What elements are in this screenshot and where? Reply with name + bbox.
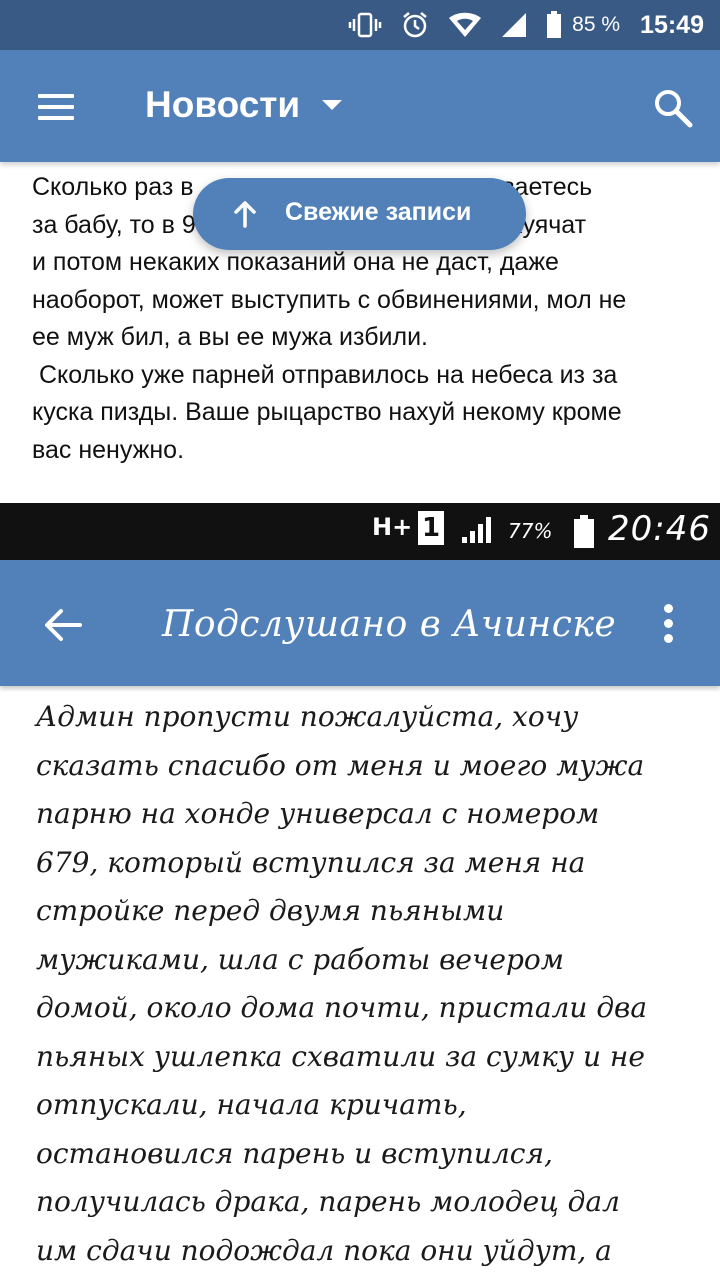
image-signal-icon xyxy=(460,515,496,549)
page-title: Новости xyxy=(145,84,301,125)
image-app-bar: Подслушано в Ачинске xyxy=(0,560,720,686)
image-text-line: остановился парень и вступился, xyxy=(36,1136,553,1170)
fresh-posts-button[interactable]: Свежие записи xyxy=(193,178,526,250)
image-text-line: Админ пропусти пожалуйста, хочу xyxy=(36,700,579,733)
image-text-line: отпускали, начала кричать, xyxy=(36,1088,467,1121)
image-text-line: пьяных ушлепка схватили за сумку и не xyxy=(36,1039,645,1073)
status-bar: 85 % 15:49 xyxy=(0,0,720,50)
image-battery-percent: 77% xyxy=(508,519,553,543)
battery-percent: 85 % xyxy=(572,13,621,36)
image-sim: 1 xyxy=(418,511,444,545)
image-text-line: получилась драка, парень молодец дал xyxy=(36,1185,620,1218)
image-network: H+ xyxy=(372,513,413,541)
alarm-icon xyxy=(400,10,430,40)
image-text-line: стройке перед двумя пьяными xyxy=(36,894,505,927)
search-icon[interactable] xyxy=(653,88,693,128)
wifi-icon xyxy=(448,12,482,38)
image-title: Подслушано в Ачинске xyxy=(162,604,617,645)
post-image[interactable]: H+ 1 77% 20:46 Подслушано в Ачинске Адми… xyxy=(0,503,720,1280)
signal-icon xyxy=(500,11,528,39)
menu-icon[interactable] xyxy=(38,94,74,120)
image-text: Админ пропусти пожалуйста, хочу сказать … xyxy=(36,693,696,1275)
vibrate-icon xyxy=(348,12,382,38)
chevron-down-icon xyxy=(322,100,343,110)
image-clock: 20:46 xyxy=(608,509,711,549)
image-status-bar: H+ 1 77% 20:46 xyxy=(0,503,720,560)
clock: 15:49 xyxy=(640,10,704,39)
image-text-line: 679, который вступился за меня на xyxy=(36,845,586,879)
arrow-left-icon xyxy=(44,608,82,647)
more-vertical-icon xyxy=(664,604,676,644)
image-text-line: им сдачи подождал пока они уйдут, а xyxy=(36,1233,612,1267)
fresh-posts-label: Свежие записи xyxy=(285,198,472,226)
battery-icon xyxy=(546,11,562,39)
image-text-line: домой, около дома почти, пристали два xyxy=(36,991,648,1024)
feed-selector[interactable]: Новости xyxy=(145,84,343,126)
image-text-line: сказать спасибо от меня и моего мужа xyxy=(36,748,645,782)
app-bar: Новости xyxy=(0,50,720,162)
image-text-line: мужиками, шла с работы вечером xyxy=(36,942,564,976)
image-battery-icon xyxy=(572,515,596,553)
arrow-up-icon xyxy=(231,200,259,233)
image-text-line: парню на хонде универсал с номером xyxy=(36,797,600,830)
